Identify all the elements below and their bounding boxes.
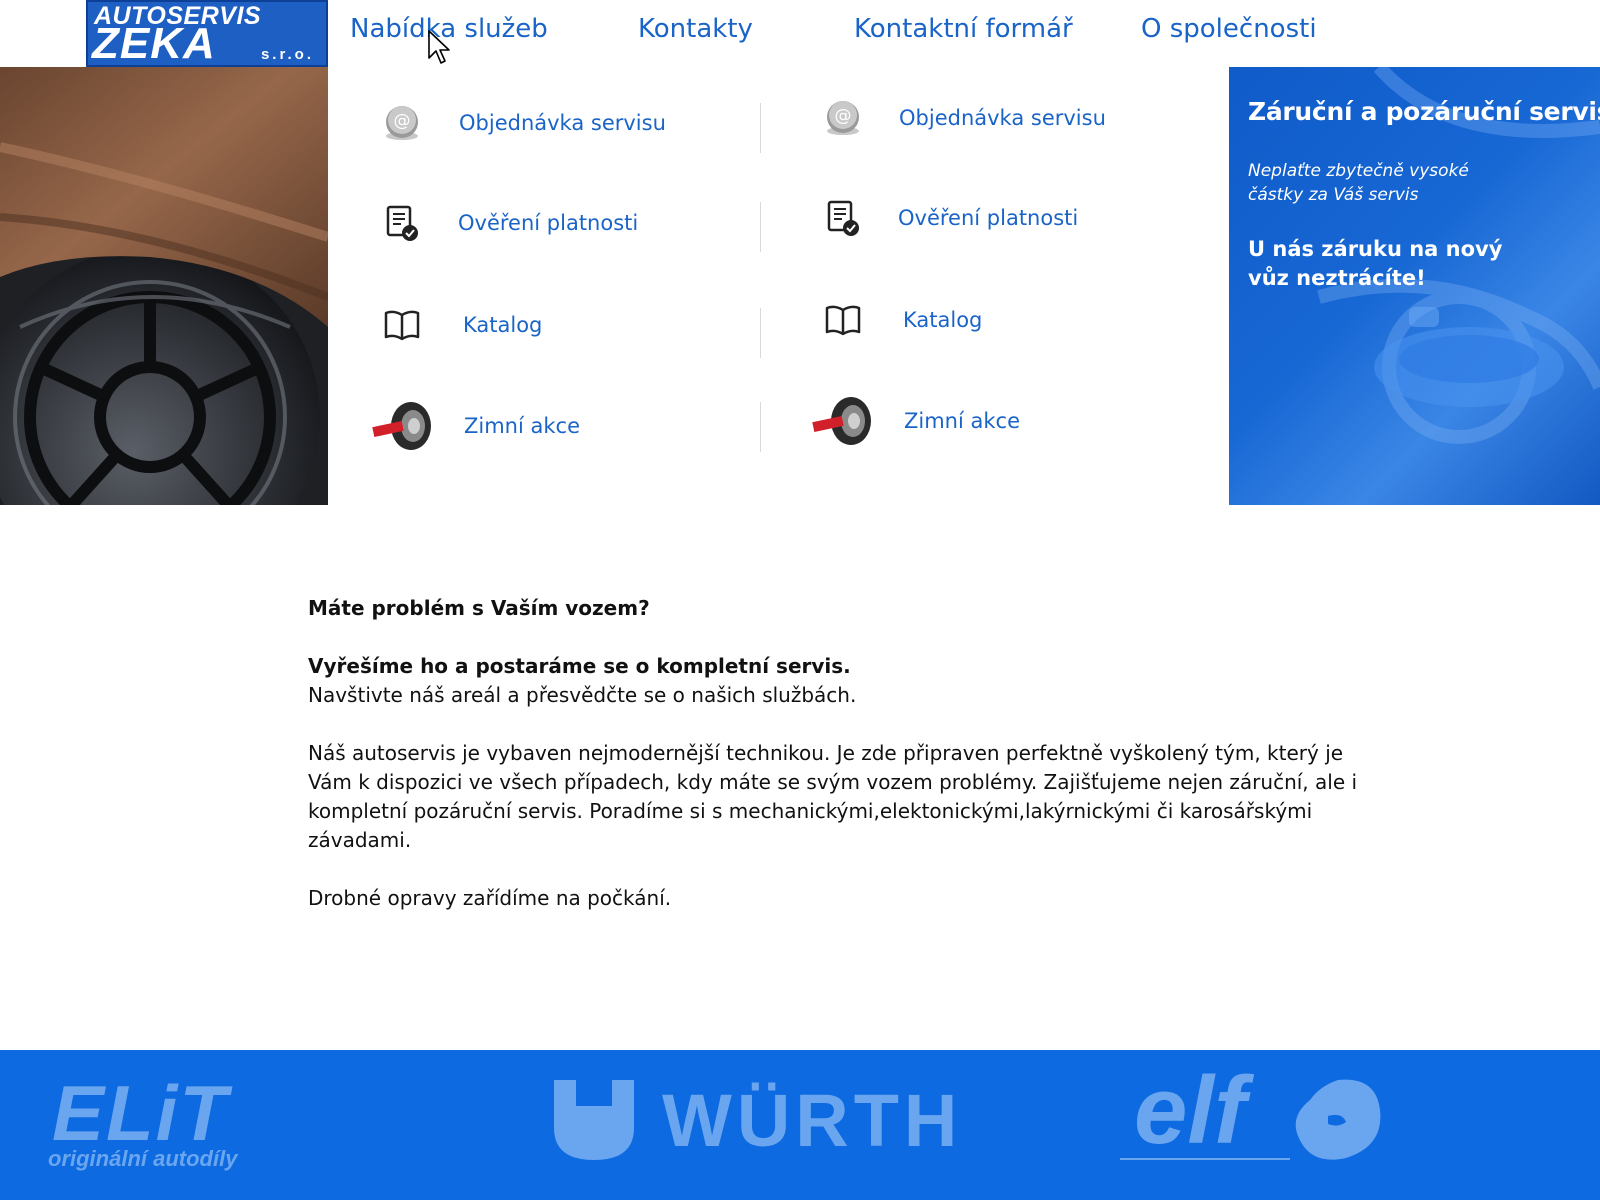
- promo-subtitle: Neplaťte zbytečně vysoké částky za Váš s…: [1248, 161, 1469, 205]
- dropdown-label: Katalog: [903, 308, 983, 332]
- partner-footer: ELiT originální autodíly WÜRTH elf: [0, 1050, 1600, 1200]
- partner-logo-elit[interactable]: ELiT originální autodíly: [48, 1069, 298, 1176]
- wurth-emblem-icon: [554, 1080, 634, 1160]
- dropdown-label: Objednávka servisu: [899, 106, 1106, 130]
- promo-claim: U nás záruku na nový vůz neztrácíte!: [1248, 237, 1503, 290]
- elit-tagline: originální autodíly: [48, 1146, 238, 1171]
- intro-description: Náš autoservis je vybaven nejmodernější …: [308, 741, 1358, 852]
- at-sign-icon: @: [380, 101, 424, 145]
- svg-text:@: @: [394, 111, 411, 131]
- tire-icon: [810, 397, 876, 445]
- hero-photo-mechanic: [0, 67, 328, 505]
- wurth-logo-text: WÜRTH: [662, 1079, 963, 1162]
- intro-visit: Navštivte náš areál a přesvědčte se o na…: [308, 683, 857, 707]
- dropdown-separator: [760, 308, 761, 358]
- dropdown-label: Zimní akce: [904, 409, 1020, 433]
- certificate-icon: [380, 201, 424, 245]
- dropdown-item-katalog-left[interactable]: Katalog: [380, 295, 542, 355]
- mechanic-photo-illustration: [0, 67, 328, 505]
- dropdown-separator: [760, 103, 761, 153]
- dropdown-item-objednavka-right[interactable]: @ Objednávka servisu: [821, 88, 1106, 148]
- dropdown-item-zimni-akce-right[interactable]: Zimní akce: [810, 391, 1020, 451]
- dropdown-item-zimni-akce-left[interactable]: Zimní akce: [370, 396, 580, 456]
- partner-logo-wurth[interactable]: WÜRTH: [550, 1076, 990, 1166]
- dropdown-label: Katalog: [463, 313, 543, 337]
- certificate-icon: [821, 196, 865, 240]
- mouse-cursor-icon: [428, 30, 450, 64]
- promo-panel-warranty[interactable]: Záruční a pozáruční servis Neplaťte zbyt…: [1229, 67, 1600, 505]
- book-icon: [821, 298, 865, 342]
- partner-logo-elf[interactable]: elf: [1120, 1057, 1390, 1172]
- tire-icon: [370, 402, 436, 450]
- dropdown-label: Ověření platnosti: [898, 206, 1079, 230]
- intro-text: Máte problém s Vaším vozem? Vyřešíme ho …: [308, 594, 1378, 942]
- dropdown-separator: [760, 402, 761, 452]
- nav-kontakty[interactable]: Kontakty: [638, 14, 753, 44]
- nav-o-spolecnosti[interactable]: O společnosti: [1141, 14, 1317, 44]
- dropdown-item-overeni-left[interactable]: Ověření platnosti: [380, 193, 638, 253]
- elf-logo-text: elf: [1134, 1057, 1247, 1164]
- intro-note: Drobné opravy zařídíme na počkání.: [308, 886, 672, 910]
- company-logo[interactable]: AUTOSERVIS ZEKA s.r.o.: [86, 0, 328, 67]
- book-icon: [380, 303, 424, 347]
- svg-text:@: @: [835, 106, 852, 126]
- elf-drop-icon: [1295, 1079, 1381, 1160]
- elf-underline: [1120, 1158, 1290, 1160]
- dropdown-label: Ověření platnosti: [458, 211, 639, 235]
- dropdown-item-katalog-right[interactable]: Katalog: [821, 290, 982, 350]
- intro-answer: Vyřešíme ho a postaráme se o kompletní s…: [308, 654, 851, 678]
- logo-line-sro: s.r.o.: [260, 46, 314, 63]
- dropdown-label: Objednávka servisu: [459, 111, 666, 135]
- promo-title: Záruční a pozáruční servis: [1248, 97, 1600, 126]
- nav-kontaktni-formar[interactable]: Kontaktní formář: [854, 14, 1073, 44]
- at-sign-icon: @: [821, 96, 865, 140]
- logo-line-zeka: ZEKA: [92, 19, 216, 67]
- dropdown-label: Zimní akce: [464, 414, 580, 438]
- dropdown-separator: [760, 202, 761, 252]
- dropdown-item-objednavka-left[interactable]: @ Objednávka servisu: [380, 93, 666, 153]
- dropdown-item-overeni-right[interactable]: Ověření platnosti: [821, 188, 1078, 248]
- intro-question: Máte problém s Vaším vozem?: [308, 596, 650, 620]
